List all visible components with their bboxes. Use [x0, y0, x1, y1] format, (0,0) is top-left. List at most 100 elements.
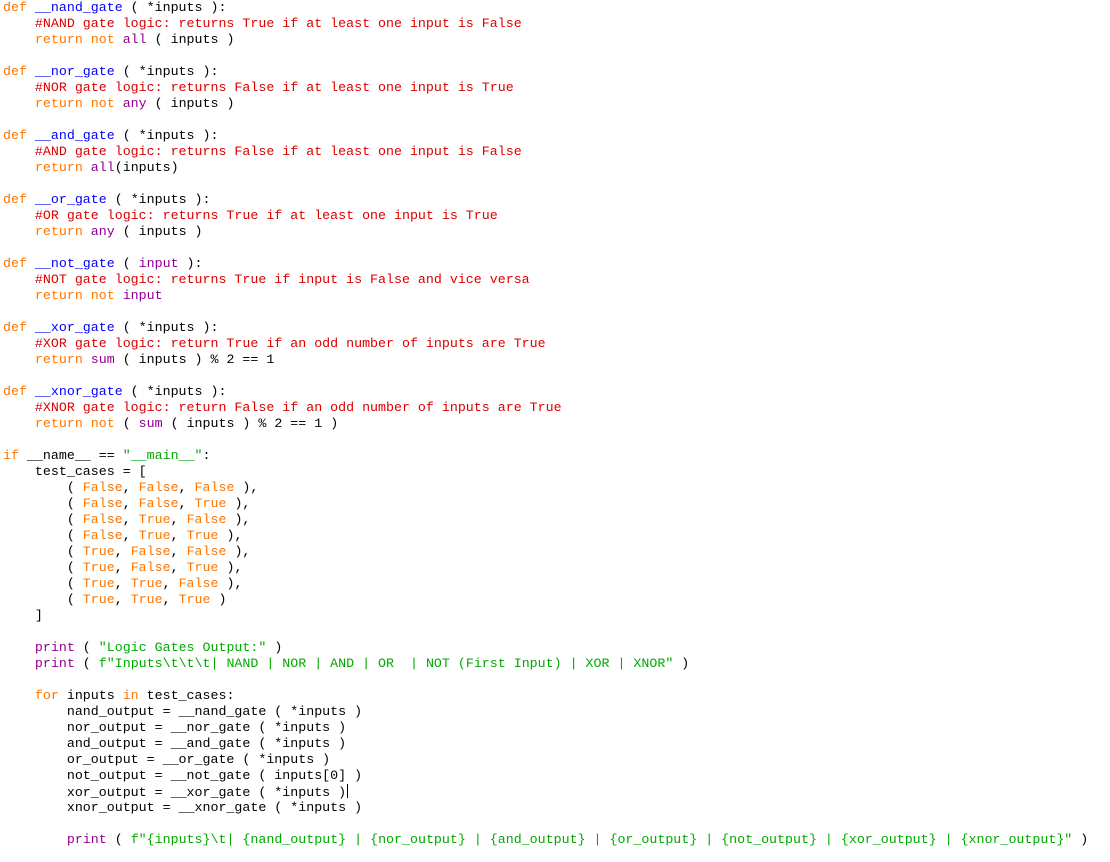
code-token-defname: __and_gate: [34, 128, 115, 143]
code-token-plain: (: [106, 832, 131, 847]
code-token-plain: ,: [114, 560, 131, 575]
code-token-builtin: print: [34, 640, 75, 655]
code-line[interactable]: nor_output = __nor_gate ( *inputs ): [3, 720, 346, 736]
code-token-plain: or_output = __or_gate ( *inputs ): [3, 752, 331, 767]
code-token-string: "__main__": [122, 448, 203, 463]
code-line[interactable]: nand_output = __nand_gate ( *inputs ): [3, 704, 362, 720]
code-line[interactable]: ( True, False, False ),: [3, 544, 251, 560]
code-line[interactable]: xor_output = __xor_gate ( *inputs ): [3, 784, 349, 800]
code-token-keyword: False: [82, 528, 123, 543]
code-token-keyword: False: [186, 512, 227, 527]
code-line[interactable]: or_output = __or_gate ( *inputs ): [3, 752, 330, 768]
code-line[interactable]: print ( f"{inputs}\t| {nand_output} | {n…: [3, 832, 1088, 848]
code-token-plain: test_cases:: [146, 688, 235, 703]
code-token-plain: ,: [170, 528, 187, 543]
code-line[interactable]: return not input: [3, 288, 163, 304]
code-line[interactable]: ( True, True, True ): [3, 592, 227, 608]
code-token-keyword: True: [82, 576, 115, 591]
code-line[interactable]: #XNOR gate logic: return False if an odd…: [3, 400, 562, 416]
code-line[interactable]: #NOR gate logic: returns False if at lea…: [3, 80, 514, 96]
code-token-keyword: True: [82, 592, 115, 607]
code-token-plain: (: [3, 480, 83, 495]
code-token-plain: ):: [178, 256, 203, 271]
code-token-builtin: input: [122, 288, 163, 303]
code-line[interactable]: def __or_gate ( *inputs ):: [3, 192, 210, 208]
code-line[interactable]: return sum ( inputs ) % 2 == 1: [3, 352, 274, 368]
code-line[interactable]: ]: [3, 608, 43, 624]
code-line[interactable]: def __xnor_gate ( *inputs ):: [3, 384, 226, 400]
code-line[interactable]: def __nand_gate ( *inputs ):: [3, 0, 226, 16]
code-token-builtin: sum: [138, 416, 163, 431]
code-line[interactable]: return any ( inputs ): [3, 224, 203, 240]
code-token-keyword: def: [3, 320, 35, 335]
code-token-keyword: return not: [34, 288, 123, 303]
code-line[interactable]: #NOT gate logic: returns True if input i…: [3, 272, 530, 288]
code-line[interactable]: for inputs in test_cases:: [3, 688, 235, 704]
code-line[interactable]: #NAND gate logic: returns True if at lea…: [3, 16, 522, 32]
code-token-plain: test_cases = [: [3, 464, 147, 479]
code-token-keyword: True: [130, 592, 163, 607]
code-token-plain: ( *inputs ):: [114, 128, 219, 143]
code-token-plain: (: [3, 544, 83, 559]
code-line[interactable]: ( True, False, True ),: [3, 560, 243, 576]
code-line[interactable]: ( False, True, False ),: [3, 512, 251, 528]
code-token-keyword: def: [3, 192, 35, 207]
code-line[interactable]: return not any ( inputs ): [3, 96, 235, 112]
code-line[interactable]: print ( "Logic Gates Output:" ): [3, 640, 282, 656]
code-token-plain: ,: [162, 592, 179, 607]
code-line[interactable]: return not ( sum ( inputs ) % 2 == 1 ): [3, 416, 338, 432]
code-token-builtin: all: [122, 32, 147, 47]
code-token-plain: ),: [218, 576, 243, 591]
code-token-plain: and_output = __and_gate ( *inputs ): [3, 736, 347, 751]
code-line[interactable]: test_cases = [: [3, 464, 147, 480]
code-line[interactable]: #XOR gate logic: return True if an odd n…: [3, 336, 546, 352]
code-token-plain: ,: [170, 560, 187, 575]
code-line[interactable]: if __name__ == "__main__":: [3, 448, 211, 464]
code-line[interactable]: return all(inputs): [3, 160, 179, 176]
code-line[interactable]: def __nor_gate ( *inputs ):: [3, 64, 218, 80]
code-token-comment: #OR gate logic: returns True if at least…: [34, 208, 498, 223]
code-token-keyword: True: [186, 528, 219, 543]
code-line[interactable]: def __and_gate ( *inputs ):: [3, 128, 218, 144]
code-editor[interactable]: def __nand_gate ( *inputs ): #NAND gate …: [0, 0, 1110, 862]
code-line[interactable]: xnor_output = __xnor_gate ( *inputs ): [3, 800, 362, 816]
code-token-comment: #NAND gate logic: returns True if at lea…: [34, 16, 522, 31]
code-token-keyword: True: [138, 528, 171, 543]
code-line[interactable]: not_output = __not_gate ( inputs[0] ): [3, 768, 362, 784]
code-token-plain: ( inputs ): [146, 96, 235, 111]
code-line[interactable]: #OR gate logic: returns True if at least…: [3, 208, 498, 224]
code-token-builtin: input: [138, 256, 179, 271]
code-token-defname: __xor_gate: [34, 320, 115, 335]
code-token-comment: #NOT gate logic: returns True if input i…: [34, 272, 530, 287]
code-token-plain: ( *inputs ):: [122, 384, 227, 399]
code-token-keyword: True: [138, 512, 171, 527]
code-token-keyword: return not: [34, 96, 123, 111]
code-token-keyword: def: [3, 128, 35, 143]
code-line[interactable]: print ( f"Inputs\t\t\t| NAND | NOR | AND…: [3, 656, 689, 672]
code-token-keyword: True: [194, 496, 227, 511]
code-line[interactable]: def __not_gate ( input ):: [3, 256, 203, 272]
code-line[interactable]: def __xor_gate ( *inputs ):: [3, 320, 218, 336]
code-line[interactable]: ( True, True, False ),: [3, 576, 243, 592]
code-token-keyword: False: [138, 496, 179, 511]
code-token-plain: nand_output = __nand_gate ( *inputs ): [3, 704, 363, 719]
code-token-plain: (: [74, 640, 99, 655]
code-token-keyword: def: [3, 384, 35, 399]
code-token-keyword: False: [130, 544, 171, 559]
code-line[interactable]: #AND gate logic: returns False if at lea…: [3, 144, 522, 160]
code-token-comment: #NOR gate logic: returns False if at lea…: [34, 80, 514, 95]
code-token-keyword: True: [82, 560, 115, 575]
code-token-keyword: False: [130, 560, 171, 575]
code-line[interactable]: ( False, False, False ),: [3, 480, 259, 496]
code-line[interactable]: ( False, False, True ),: [3, 496, 251, 512]
code-token-plain: xnor_output = __xnor_gate ( *inputs ): [3, 800, 363, 815]
code-line[interactable]: and_output = __and_gate ( *inputs ): [3, 736, 346, 752]
code-token-plain: not_output = __not_gate ( inputs[0] ): [3, 768, 363, 783]
code-line[interactable]: ( False, True, True ),: [3, 528, 243, 544]
code-token-keyword: if: [3, 448, 27, 463]
code-line[interactable]: return not all ( inputs ): [3, 32, 235, 48]
code-token-keyword: False: [82, 512, 123, 527]
